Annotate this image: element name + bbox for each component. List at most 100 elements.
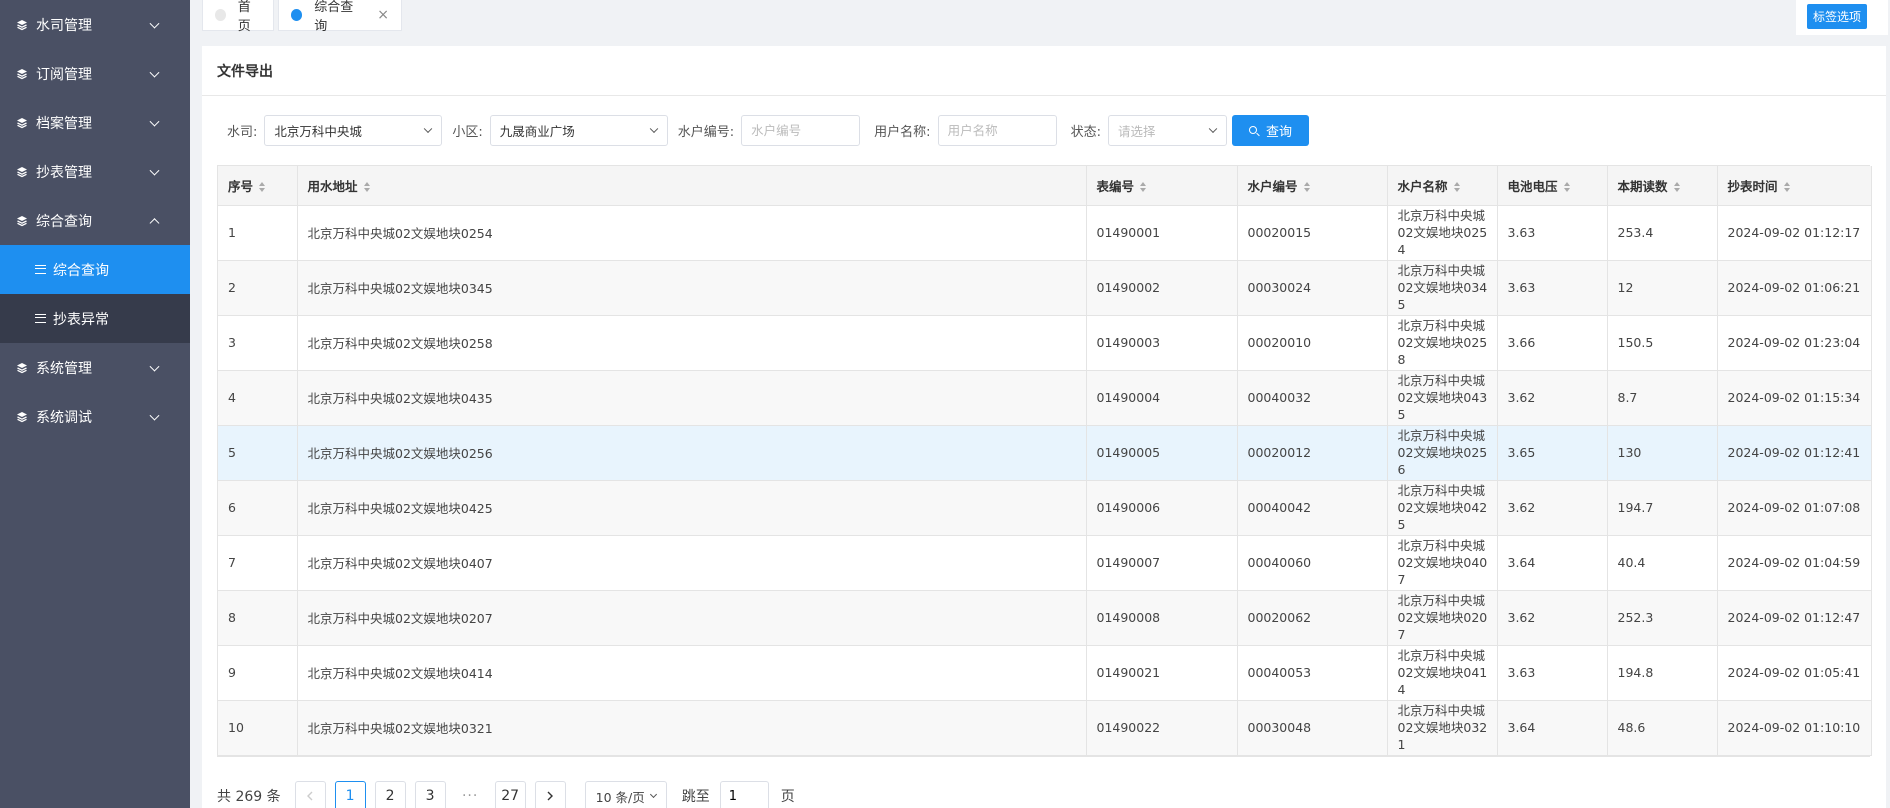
cell-address: 北京万科中央城02文娱地块0407 xyxy=(297,535,1087,591)
sort-icon[interactable] xyxy=(1303,181,1311,192)
chevron-down-icon xyxy=(149,165,160,176)
query-button[interactable]: 查询 xyxy=(1231,114,1309,146)
cell-account-name: 北京万科中央城02文娱地块0321 xyxy=(1387,700,1498,756)
table-row[interactable]: 6 北京万科中央城02文娱地块0425 01490006 00040042 北京万科中央… xyxy=(218,480,1872,536)
company-select-value: 北京万科中央城 xyxy=(274,123,362,139)
column-header-address[interactable]: 用水地址 xyxy=(297,166,1087,206)
jump-page-input[interactable] xyxy=(719,780,769,808)
chevron-left-icon xyxy=(307,791,313,801)
tab-label: 首页 xyxy=(237,0,251,34)
cell-current-reading: 48.6 xyxy=(1607,700,1718,756)
tab-home[interactable]: 首页 xyxy=(202,0,274,34)
cell-account-name: 北京万科中央城02文娱地块0345 xyxy=(1387,260,1498,316)
sidebar-item-system-debug[interactable]: 系统调试 xyxy=(0,392,190,441)
sidebar-item-label: 系统调试 xyxy=(36,409,92,426)
sidebar-item-subscription[interactable]: 订阅管理 xyxy=(0,49,190,98)
sidebar-subitem-comprehensive-query[interactable]: 综合查询 xyxy=(0,245,190,294)
sidebar-subitem-label: 综合查询 xyxy=(53,262,109,279)
cell-battery-voltage: 3.63 xyxy=(1497,260,1608,316)
sidebar-item-system-management[interactable]: 系统管理 xyxy=(0,343,190,392)
chevron-down-icon xyxy=(149,361,160,372)
next-page-button[interactable] xyxy=(534,780,566,808)
cell-account-no: 00020012 xyxy=(1237,425,1388,481)
more-pages-ellipsis[interactable]: ··· xyxy=(455,788,486,804)
table-row[interactable]: 7 北京万科中央城02文娱地块0407 01490007 00040060 北京万科中央… xyxy=(218,535,1872,591)
page-button-27[interactable]: 27 xyxy=(494,780,526,808)
cell-meter-no: 01490007 xyxy=(1086,535,1238,591)
page-size-select[interactable]: 10 条/页 xyxy=(584,780,667,808)
column-header-account-no[interactable]: 水户编号 xyxy=(1237,166,1388,206)
page-button-2[interactable]: 2 xyxy=(374,780,406,808)
sidebar-subitem-reading-exception[interactable]: 抄表异常 xyxy=(0,294,190,343)
column-header-current-reading[interactable]: 本期读数 xyxy=(1607,166,1718,206)
table-row[interactable]: 2 北京万科中央城02文娱地块0345 01490002 00030024 北京万科中央… xyxy=(218,260,1872,316)
pagination: 共 269 条 1 2 3 ··· 27 10 条/页 跳至 页 xyxy=(217,780,795,808)
cell-address: 北京万科中央城02文娱地块0256 xyxy=(297,425,1087,481)
status-label: 状态: xyxy=(1070,124,1101,140)
sidebar-item-comprehensive-query[interactable]: 综合查询 xyxy=(0,196,190,245)
column-header-index[interactable]: 序号 xyxy=(218,166,298,206)
cell-current-reading: 130 xyxy=(1607,425,1718,481)
cell-reading-time: 2024-09-02 01:10:10 xyxy=(1717,700,1872,756)
sidebar-item-label: 综合查询 xyxy=(36,213,92,230)
column-header-reading-time[interactable]: 抄表时间 xyxy=(1717,166,1872,206)
company-label: 水司: xyxy=(227,124,258,140)
chevron-right-icon xyxy=(547,791,554,801)
table-row[interactable]: 9 北京万科中央城02文娱地块0414 01490021 00040053 北京万科中央… xyxy=(218,645,1872,701)
table-row[interactable]: 10 北京万科中央城02文娱地块0321 01490022 00030048 北京万科中… xyxy=(218,700,1872,756)
cell-account-no: 00020015 xyxy=(1237,205,1388,261)
page-button-1[interactable]: 1 xyxy=(334,780,366,808)
cell-current-reading: 150.5 xyxy=(1607,315,1718,371)
cell-current-reading: 253.4 xyxy=(1607,205,1718,261)
sidebar-item-water-company[interactable]: 水司管理 xyxy=(0,0,190,49)
table-row[interactable]: 1 北京万科中央城02文娱地块0254 01490001 00020015 北京万科中央… xyxy=(218,205,1872,261)
sort-icon[interactable] xyxy=(1783,181,1791,192)
sort-icon[interactable] xyxy=(363,181,371,192)
cell-account-name: 北京万科中央城02文娱地块0407 xyxy=(1387,535,1498,591)
cell-reading-time: 2024-09-02 01:12:47 xyxy=(1717,590,1872,646)
cell-account-no: 00020062 xyxy=(1237,590,1388,646)
sort-icon[interactable] xyxy=(1673,181,1681,192)
cell-index: 8 xyxy=(218,590,298,646)
total-count: 共 269 条 xyxy=(217,789,281,805)
sort-icon[interactable] xyxy=(1563,181,1571,192)
sort-icon[interactable] xyxy=(1140,181,1147,192)
cell-battery-voltage: 3.66 xyxy=(1497,315,1608,371)
column-header-meter-no[interactable]: 表编号 xyxy=(1086,166,1238,206)
cell-battery-voltage: 3.63 xyxy=(1497,205,1608,261)
cell-index: 10 xyxy=(218,700,298,756)
chevron-down-icon xyxy=(149,18,160,29)
column-header-account-name[interactable]: 水户名称 xyxy=(1387,166,1498,206)
main-card: 文件导出 水司: 北京万科中央城 小区: 九晟商业广场 水户编号: 用户名称: … xyxy=(202,46,1886,808)
prev-page-button[interactable] xyxy=(294,780,326,808)
account-no-input[interactable] xyxy=(741,114,861,146)
status-select[interactable]: 请选择 xyxy=(1107,114,1227,146)
cell-account-no: 00030048 xyxy=(1237,700,1388,756)
cell-reading-time: 2024-09-02 01:04:59 xyxy=(1717,535,1872,591)
cell-index: 3 xyxy=(218,315,298,371)
community-select[interactable]: 九晟商业广场 xyxy=(489,114,668,146)
page-button-3[interactable]: 3 xyxy=(414,780,446,808)
table-row[interactable]: 8 北京万科中央城02文娱地块0207 01490008 00020062 北京万科中央… xyxy=(218,590,1872,646)
tag-options-button[interactable]: 标签选项 xyxy=(1807,4,1868,29)
chevron-down-icon xyxy=(649,124,659,134)
sidebar-item-meter-reading[interactable]: 抄表管理 xyxy=(0,147,190,196)
username-input[interactable] xyxy=(937,114,1057,146)
cell-battery-voltage: 3.62 xyxy=(1497,590,1608,646)
sort-icon[interactable] xyxy=(259,181,266,192)
table-row[interactable]: 3 北京万科中央城02文娱地块0258 01490003 00020010 北京万科中央… xyxy=(218,315,1872,371)
column-header-battery-voltage[interactable]: 电池电压 xyxy=(1497,166,1608,206)
cell-meter-no: 01490001 xyxy=(1086,205,1238,261)
sort-icon[interactable] xyxy=(1453,181,1461,192)
sidebar-item-archive[interactable]: 档案管理 xyxy=(0,98,190,147)
tab-comprehensive-query[interactable]: 综合查询 × xyxy=(278,0,402,34)
table-row[interactable]: 5 北京万科中央城02文娱地块0256 01490005 00020012 北京万科中央… xyxy=(218,425,1872,481)
cell-current-reading: 194.7 xyxy=(1607,480,1718,536)
chevron-down-icon xyxy=(149,67,160,78)
layers-icon xyxy=(17,68,27,79)
cell-account-name: 北京万科中央城02文娱地块0207 xyxy=(1387,590,1498,646)
company-select[interactable]: 北京万科中央城 xyxy=(264,114,443,146)
table-row[interactable]: 4 北京万科中央城02文娱地块0435 01490004 00040032 北京万科中央… xyxy=(218,370,1872,426)
chevron-down-icon xyxy=(1208,124,1218,134)
close-icon[interactable]: × xyxy=(377,7,389,23)
